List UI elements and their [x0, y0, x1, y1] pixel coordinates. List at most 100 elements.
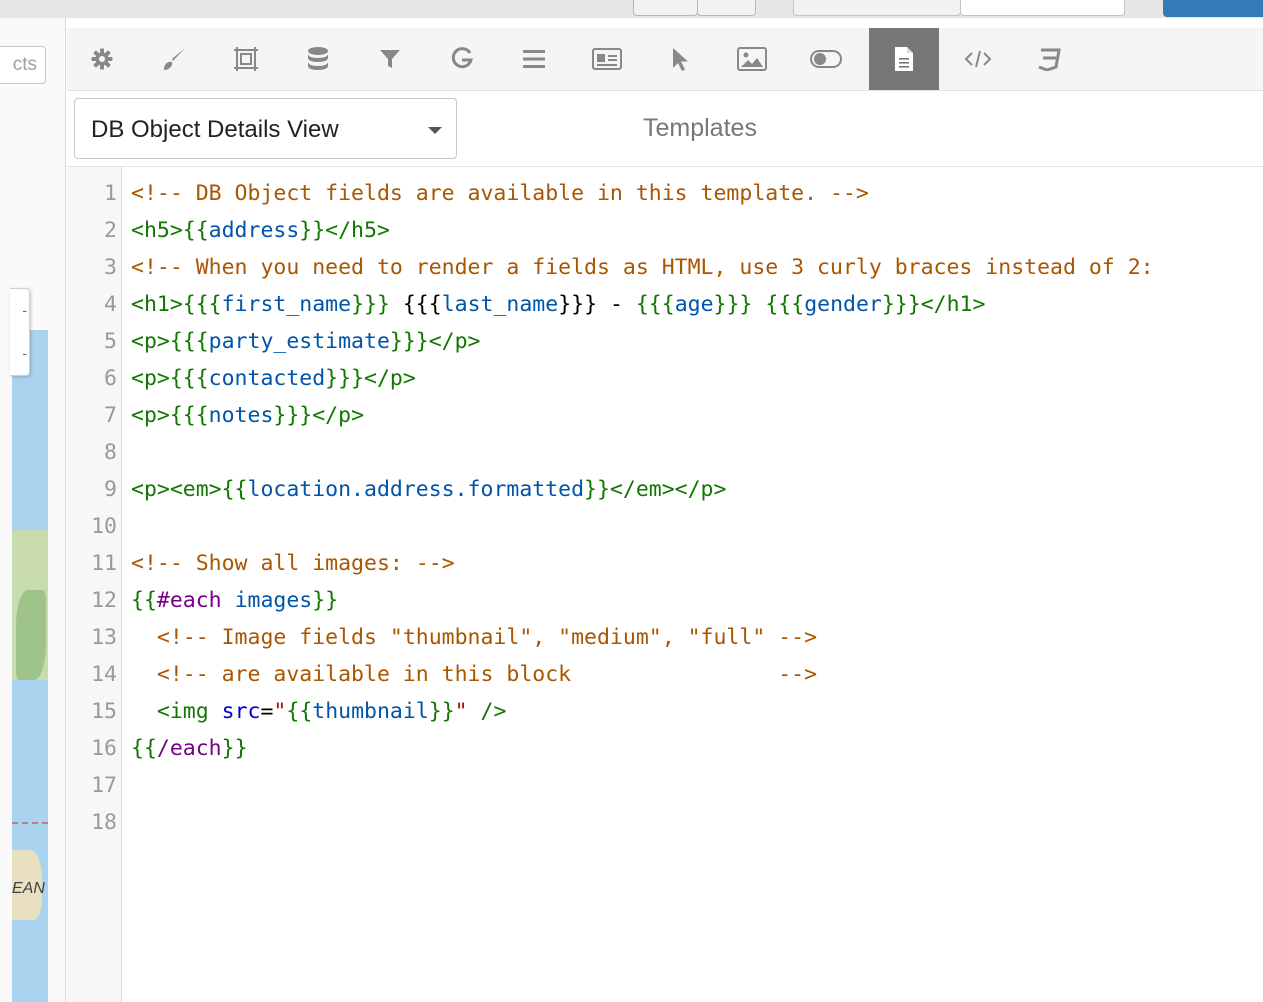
map-zoom-control[interactable]: - -	[10, 288, 30, 376]
code-line[interactable]: 16 {{/each}}	[67, 730, 1263, 767]
code-token: }}} -	[558, 292, 636, 317]
code-token: thumbnail	[312, 699, 429, 724]
code-text: <!-- DB Object fields are available in t…	[131, 175, 869, 212]
code-text: <!-- When you need to render a fields as…	[131, 249, 1154, 286]
code-token: images	[234, 588, 313, 613]
map-preview[interactable]	[12, 330, 48, 1002]
zoom-in-button[interactable]: -	[10, 289, 29, 332]
image-icon[interactable]	[717, 28, 787, 90]
top-search-field[interactable]	[960, 0, 1125, 16]
line-number: 5	[104, 329, 117, 354]
css3-icon[interactable]	[1015, 28, 1085, 90]
gear-icon[interactable]	[67, 28, 137, 90]
code-token: {{{	[635, 292, 675, 317]
code-line[interactable]: 18	[67, 804, 1263, 841]
view-select[interactable]: DB Object Details View	[74, 98, 457, 159]
code-line[interactable]: 11 <!-- Show all images: -->	[67, 545, 1263, 582]
code-text: <p>{{{contacted}}}</p>	[131, 360, 416, 397]
line-number: 8	[104, 440, 117, 465]
code-token: {{	[131, 588, 157, 613]
code-line[interactable]: 1 <!-- DB Object fields are available in …	[67, 175, 1263, 212]
code-token: {{	[131, 736, 157, 761]
code-token: <!-- When you need to render a fields as…	[131, 255, 1154, 280]
code-token: address	[208, 218, 300, 243]
code-token: first_name	[221, 292, 352, 317]
code-line[interactable]: 9 <p><em>{{location.address.formatted}}</…	[67, 471, 1263, 508]
line-number: 13	[91, 625, 117, 650]
filter-icon[interactable]	[355, 28, 425, 90]
code-line[interactable]: 17	[67, 767, 1263, 804]
code-token: notes	[208, 403, 274, 428]
code-line[interactable]: 15 <img src="{{thumbnail}}" />	[67, 693, 1263, 730]
code-line[interactable]: 14 <!-- are available in this block -->	[67, 656, 1263, 693]
code-text: <!-- Image fields "thumbnail", "medium",…	[131, 619, 817, 656]
code-token: <p>{{{	[131, 403, 209, 428]
code-token: party_estimate	[208, 329, 390, 354]
code-token: }}}</h1>	[881, 292, 986, 317]
cursor-icon[interactable]	[645, 28, 715, 90]
code-text: <!-- Show all images: -->	[131, 545, 455, 582]
top-primary-button[interactable]	[1163, 0, 1263, 17]
code-token: <!-- DB Object fields are available in t…	[131, 181, 869, 206]
code-token: contacted	[208, 366, 326, 391]
code-line[interactable]: 10	[67, 508, 1263, 545]
code-token: <h5>{{	[131, 218, 209, 243]
code-line[interactable]: 3 <!-- When you need to render a fields a…	[67, 249, 1263, 286]
code-text: {{#each images}}	[131, 582, 338, 619]
g-icon[interactable]	[427, 28, 497, 90]
layout-icon[interactable]	[211, 28, 281, 90]
line-number: 4	[104, 292, 117, 317]
code-line[interactable]: 5 <p>{{{party_estimate}}}</p>	[67, 323, 1263, 360]
code-token: }}</em></p>	[584, 477, 727, 502]
code-text: <h5>{{address}}</h5>	[131, 212, 390, 249]
view-select-value: DB Object Details View	[91, 116, 339, 143]
code-text: <p>{{{party_estimate}}}</p>	[131, 323, 481, 360]
code-line[interactable]: 4 <h1>{{{first_name}}} {{{last_name}}} - …	[67, 286, 1263, 323]
code-icon[interactable]	[943, 28, 1013, 90]
code-line[interactable]: 2 <h5>{{address}}</h5>	[67, 212, 1263, 249]
map-border-line	[12, 822, 48, 824]
code-line[interactable]: 6 <p>{{{contacted}}}</p>	[67, 360, 1263, 397]
code-text: {{/each}}	[131, 730, 248, 767]
code-token: <!-- Image fields "thumbnail", "medium",…	[156, 625, 818, 650]
code-token: }}}</p>	[389, 329, 481, 354]
line-number: 7	[104, 403, 117, 428]
top-toolbar-button-right[interactable]	[697, 0, 756, 16]
code-editor[interactable]: 1 <!-- DB Object fields are available in …	[67, 175, 1263, 841]
code-token: #each	[156, 588, 222, 613]
code-token: }}}	[351, 292, 390, 317]
code-token: <h1>{{{	[131, 292, 222, 317]
top-toolbar-button-left[interactable]	[633, 0, 698, 16]
toggle-icon[interactable]	[791, 28, 861, 90]
database-icon[interactable]	[283, 28, 353, 90]
bars-icon[interactable]	[499, 28, 569, 90]
line-number: 1	[104, 181, 117, 206]
top-select-field[interactable]	[793, 0, 961, 16]
templates-title: Templates	[643, 114, 757, 142]
code-line[interactable]: 8	[67, 434, 1263, 471]
code-line[interactable]: 7 <p>{{{notes}}}</p>	[67, 397, 1263, 434]
code-token: =	[260, 699, 274, 724]
code-token: location.address.formatted	[247, 477, 585, 502]
brush-icon[interactable]	[139, 28, 209, 90]
card-icon[interactable]	[572, 28, 642, 90]
code-token: }}	[428, 699, 455, 724]
zoom-out-button[interactable]: -	[10, 332, 29, 375]
code-line[interactable]: 13 <!-- Image fields "thumbnail", "mediu…	[67, 619, 1263, 656]
template-icon[interactable]	[869, 28, 939, 90]
line-number: 16	[91, 736, 117, 761]
line-number: 10	[91, 514, 117, 539]
code-token: "	[454, 699, 468, 724]
code-text: <img src="{{thumbnail}}" />	[131, 693, 507, 730]
code-token: src	[221, 699, 261, 724]
code-token: <p><em>{{	[131, 477, 248, 502]
code-token: <p>{{{	[131, 329, 209, 354]
line-number: 6	[104, 366, 117, 391]
code-line[interactable]: 12 {{#each images}}	[67, 582, 1263, 619]
objects-button[interactable]: cts	[0, 46, 46, 84]
line-number: 9	[104, 477, 117, 502]
